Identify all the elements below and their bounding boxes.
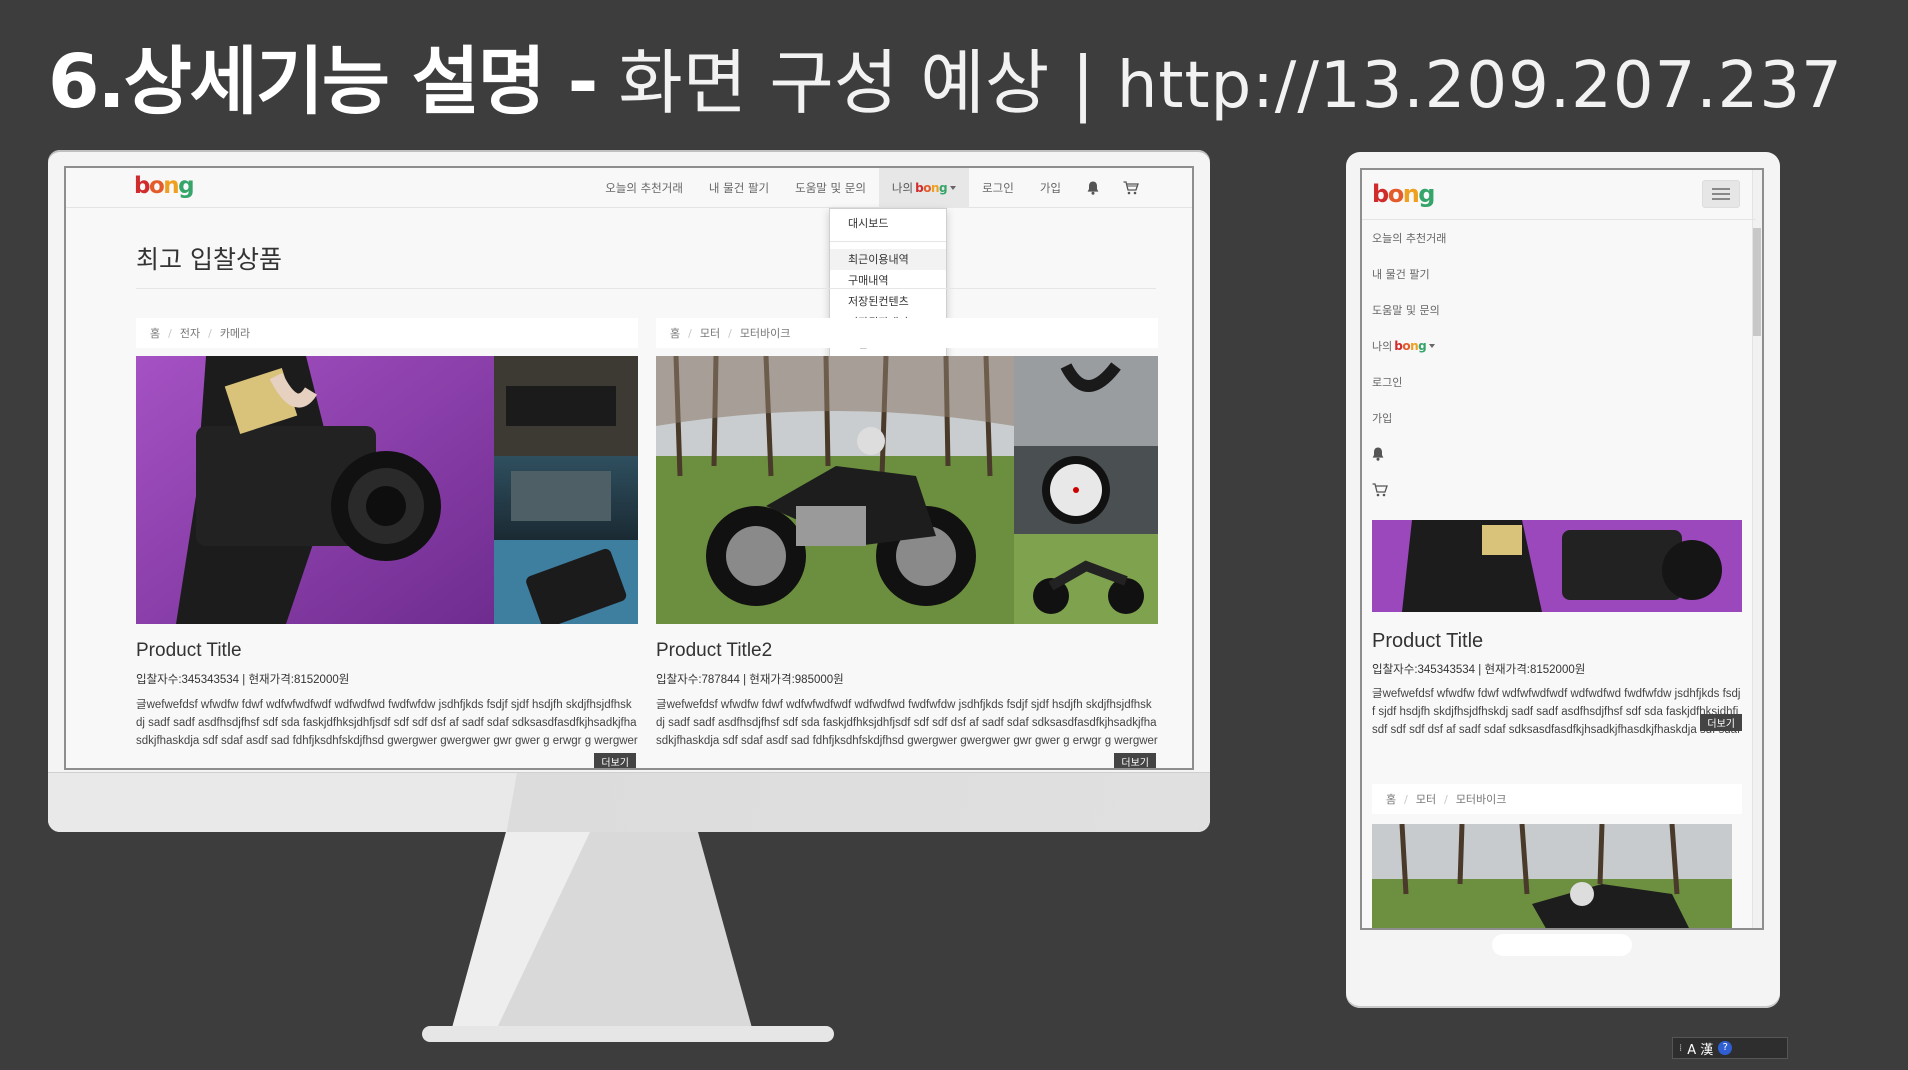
scrollbar-thumb[interactable] — [1753, 228, 1761, 336]
product-title[interactable]: Product Title — [1372, 630, 1742, 653]
nav-my-bong-dropdown[interactable]: 나의 bong — [878, 168, 970, 208]
slide-title-separator: | — [1071, 42, 1095, 124]
hamburger-menu-icon[interactable] — [1702, 180, 1740, 208]
slide-title-light: 화면 구성 예상 — [618, 42, 1050, 124]
tablet-nav-my-bong[interactable]: 나의 bong — [1372, 328, 1742, 364]
tablet-product-image-camera[interactable] — [1372, 520, 1742, 612]
breadcrumb: 홈 / 모터 / 모터바이크 — [1372, 784, 1742, 814]
cart-icon[interactable] — [1112, 168, 1150, 208]
tablet-navbar: bong — [1362, 170, 1756, 220]
tablet-nav-my-prefix: 나의 — [1372, 340, 1393, 353]
dropdown-item-recent[interactable]: 최근이용내역 — [830, 249, 946, 270]
tablet-product-card: Product Title 입찰자수:345343534 | 현재가격:8152… — [1372, 520, 1742, 737]
breadcrumb-home[interactable]: 홈 — [670, 325, 680, 341]
bell-icon[interactable] — [1074, 168, 1112, 208]
ime-mode-label[interactable]: A 漢 — [1687, 1039, 1713, 1058]
tablet-screen: bong 오늘의 추천거래 내 물건 팔기 도움말 및 문의 나의 bong 로… — [1360, 168, 1764, 930]
product-meta: 입찰자수:345343534 | 현재가격:8152000원 — [136, 674, 350, 686]
breadcrumb-category[interactable]: 모터 — [1416, 791, 1436, 807]
breadcrumb-home[interactable]: 홈 — [150, 325, 160, 341]
nav-menu: 오늘의 추천거래 내 물건 팔기 도움말 및 문의 나의 bong 로그인 가입 — [592, 168, 1150, 208]
product-card: 홈 / 전자 / 카메라 Product Title 입찰자수:34534353… — [136, 318, 638, 768]
tablet-nav-login[interactable]: 로그인 — [1372, 364, 1742, 400]
bell-icon[interactable] — [1372, 436, 1742, 472]
desktop-screen: bong 오늘의 추천거래 내 물건 팔기 도움말 및 문의 나의 bong 로… — [64, 166, 1194, 770]
more-button[interactable]: 더보기 — [594, 753, 636, 768]
nav-sell-item[interactable]: 내 물건 팔기 — [696, 168, 782, 208]
tablet-nav-menu: 오늘의 추천거래 내 물건 팔기 도움말 및 문의 나의 bong 로그인 가입 — [1372, 220, 1742, 508]
breadcrumb-subcategory: 모터바이크 — [1455, 793, 1507, 806]
product-description: 글wefwefdsf wfwdfw fdwf wdfwfwdfwdf wdfwd… — [136, 699, 638, 747]
tablet-device: bong 오늘의 추천거래 내 물건 팔기 도움말 및 문의 나의 bong 로… — [1346, 152, 1780, 1008]
tablet-scrollbar[interactable] — [1752, 170, 1762, 928]
tablet-nav-sell-item[interactable]: 내 물건 팔기 — [1372, 256, 1742, 292]
tablet-nav-my-logo: bong — [1394, 339, 1427, 353]
page-title: 최고 입찰상품 — [136, 245, 282, 274]
tablet-nav-today-deals[interactable]: 오늘의 추천거래 — [1372, 220, 1742, 256]
slide-title: 6.상세기능 설명 - 화면 구성 예상 | http://13.209.207… — [48, 22, 1843, 125]
tablet-product-image-motorbike[interactable] — [1372, 824, 1732, 928]
monitor-chin — [48, 772, 1210, 832]
nav-my-logo: bong — [915, 181, 948, 195]
nav-signup[interactable]: 가입 — [1027, 168, 1074, 208]
caret-down-icon — [950, 186, 957, 190]
product-title[interactable]: Product Title — [136, 640, 638, 662]
dropdown-item-saved-content[interactable]: 저장된컨텐츠 — [830, 291, 946, 312]
product-meta: 입찰자수:787844 | 현재가격:985000원 — [656, 674, 844, 686]
page-divider — [136, 288, 1156, 289]
product-description: 글wefwefdsf wfwdfw fdwf wdfwfwdfwdf wdfwd… — [656, 699, 1158, 747]
nav-login[interactable]: 로그인 — [969, 168, 1027, 208]
breadcrumb-category[interactable]: 전자 — [180, 325, 200, 341]
slide-title-bold: 6.상세기능 설명 - — [48, 39, 598, 125]
nav-help[interactable]: 도움말 및 문의 — [782, 168, 879, 208]
product-image-camera[interactable] — [136, 356, 638, 624]
desktop-monitor: bong 오늘의 추천거래 내 물건 팔기 도움말 및 문의 나의 bong 로… — [48, 150, 1210, 832]
breadcrumb-home[interactable]: 홈 — [1386, 791, 1396, 807]
breadcrumb-subcategory: 카메라 — [219, 327, 251, 340]
product-image-motorbike[interactable] — [656, 356, 1158, 624]
nav-my-prefix: 나의 — [891, 181, 914, 195]
nav-today-deals[interactable]: 오늘의 추천거래 — [592, 168, 696, 208]
brand-logo[interactable]: bong — [134, 173, 195, 199]
product-meta: 입찰자수:345343534 | 현재가격:8152000원 — [1372, 664, 1586, 676]
ime-grip-icon: ⁞ — [1679, 1042, 1683, 1054]
desktop-navbar: bong 오늘의 추천거래 내 물건 팔기 도움말 및 문의 나의 bong 로… — [66, 168, 1192, 208]
brand-logo[interactable]: bong — [1372, 180, 1435, 208]
tablet-product-card: 홈 / 모터 / 모터바이크 — [1372, 784, 1742, 928]
more-button[interactable]: 더보기 — [1700, 714, 1742, 731]
product-card: 홈 / 모터 / 모터바이크 Product Title2 입찰자수:78784… — [656, 318, 1158, 768]
breadcrumb-category[interactable]: 모터 — [700, 325, 720, 341]
breadcrumb-subcategory: 모터바이크 — [739, 327, 791, 340]
product-description: 글wefwefdsf wfwdfw fdwf wdfwfwdfwdf wdfwd… — [1372, 688, 1741, 736]
caret-down-icon — [1429, 344, 1436, 348]
tablet-nav-help[interactable]: 도움말 및 문의 — [1372, 292, 1742, 328]
tablet-nav-signup[interactable]: 가입 — [1372, 400, 1742, 436]
ime-toolbar[interactable]: ⁞ A 漢 ? — [1672, 1037, 1788, 1059]
breadcrumb: 홈 / 전자 / 카메라 — [136, 318, 638, 348]
slide-title-url: http://13.209.207.237 — [1116, 49, 1843, 123]
dropdown-item-dashboard[interactable]: 대시보드 — [830, 213, 946, 234]
product-title[interactable]: Product Title2 — [656, 640, 1158, 662]
dropdown-divider — [830, 241, 946, 242]
tablet-home-button[interactable] — [1492, 934, 1632, 956]
help-icon[interactable]: ? — [1718, 1041, 1733, 1055]
breadcrumb: 홈 / 모터 / 모터바이크 — [656, 318, 1158, 348]
cart-icon[interactable] — [1372, 472, 1742, 508]
monitor-stand-base — [422, 1026, 834, 1042]
more-button[interactable]: 더보기 — [1114, 753, 1156, 768]
